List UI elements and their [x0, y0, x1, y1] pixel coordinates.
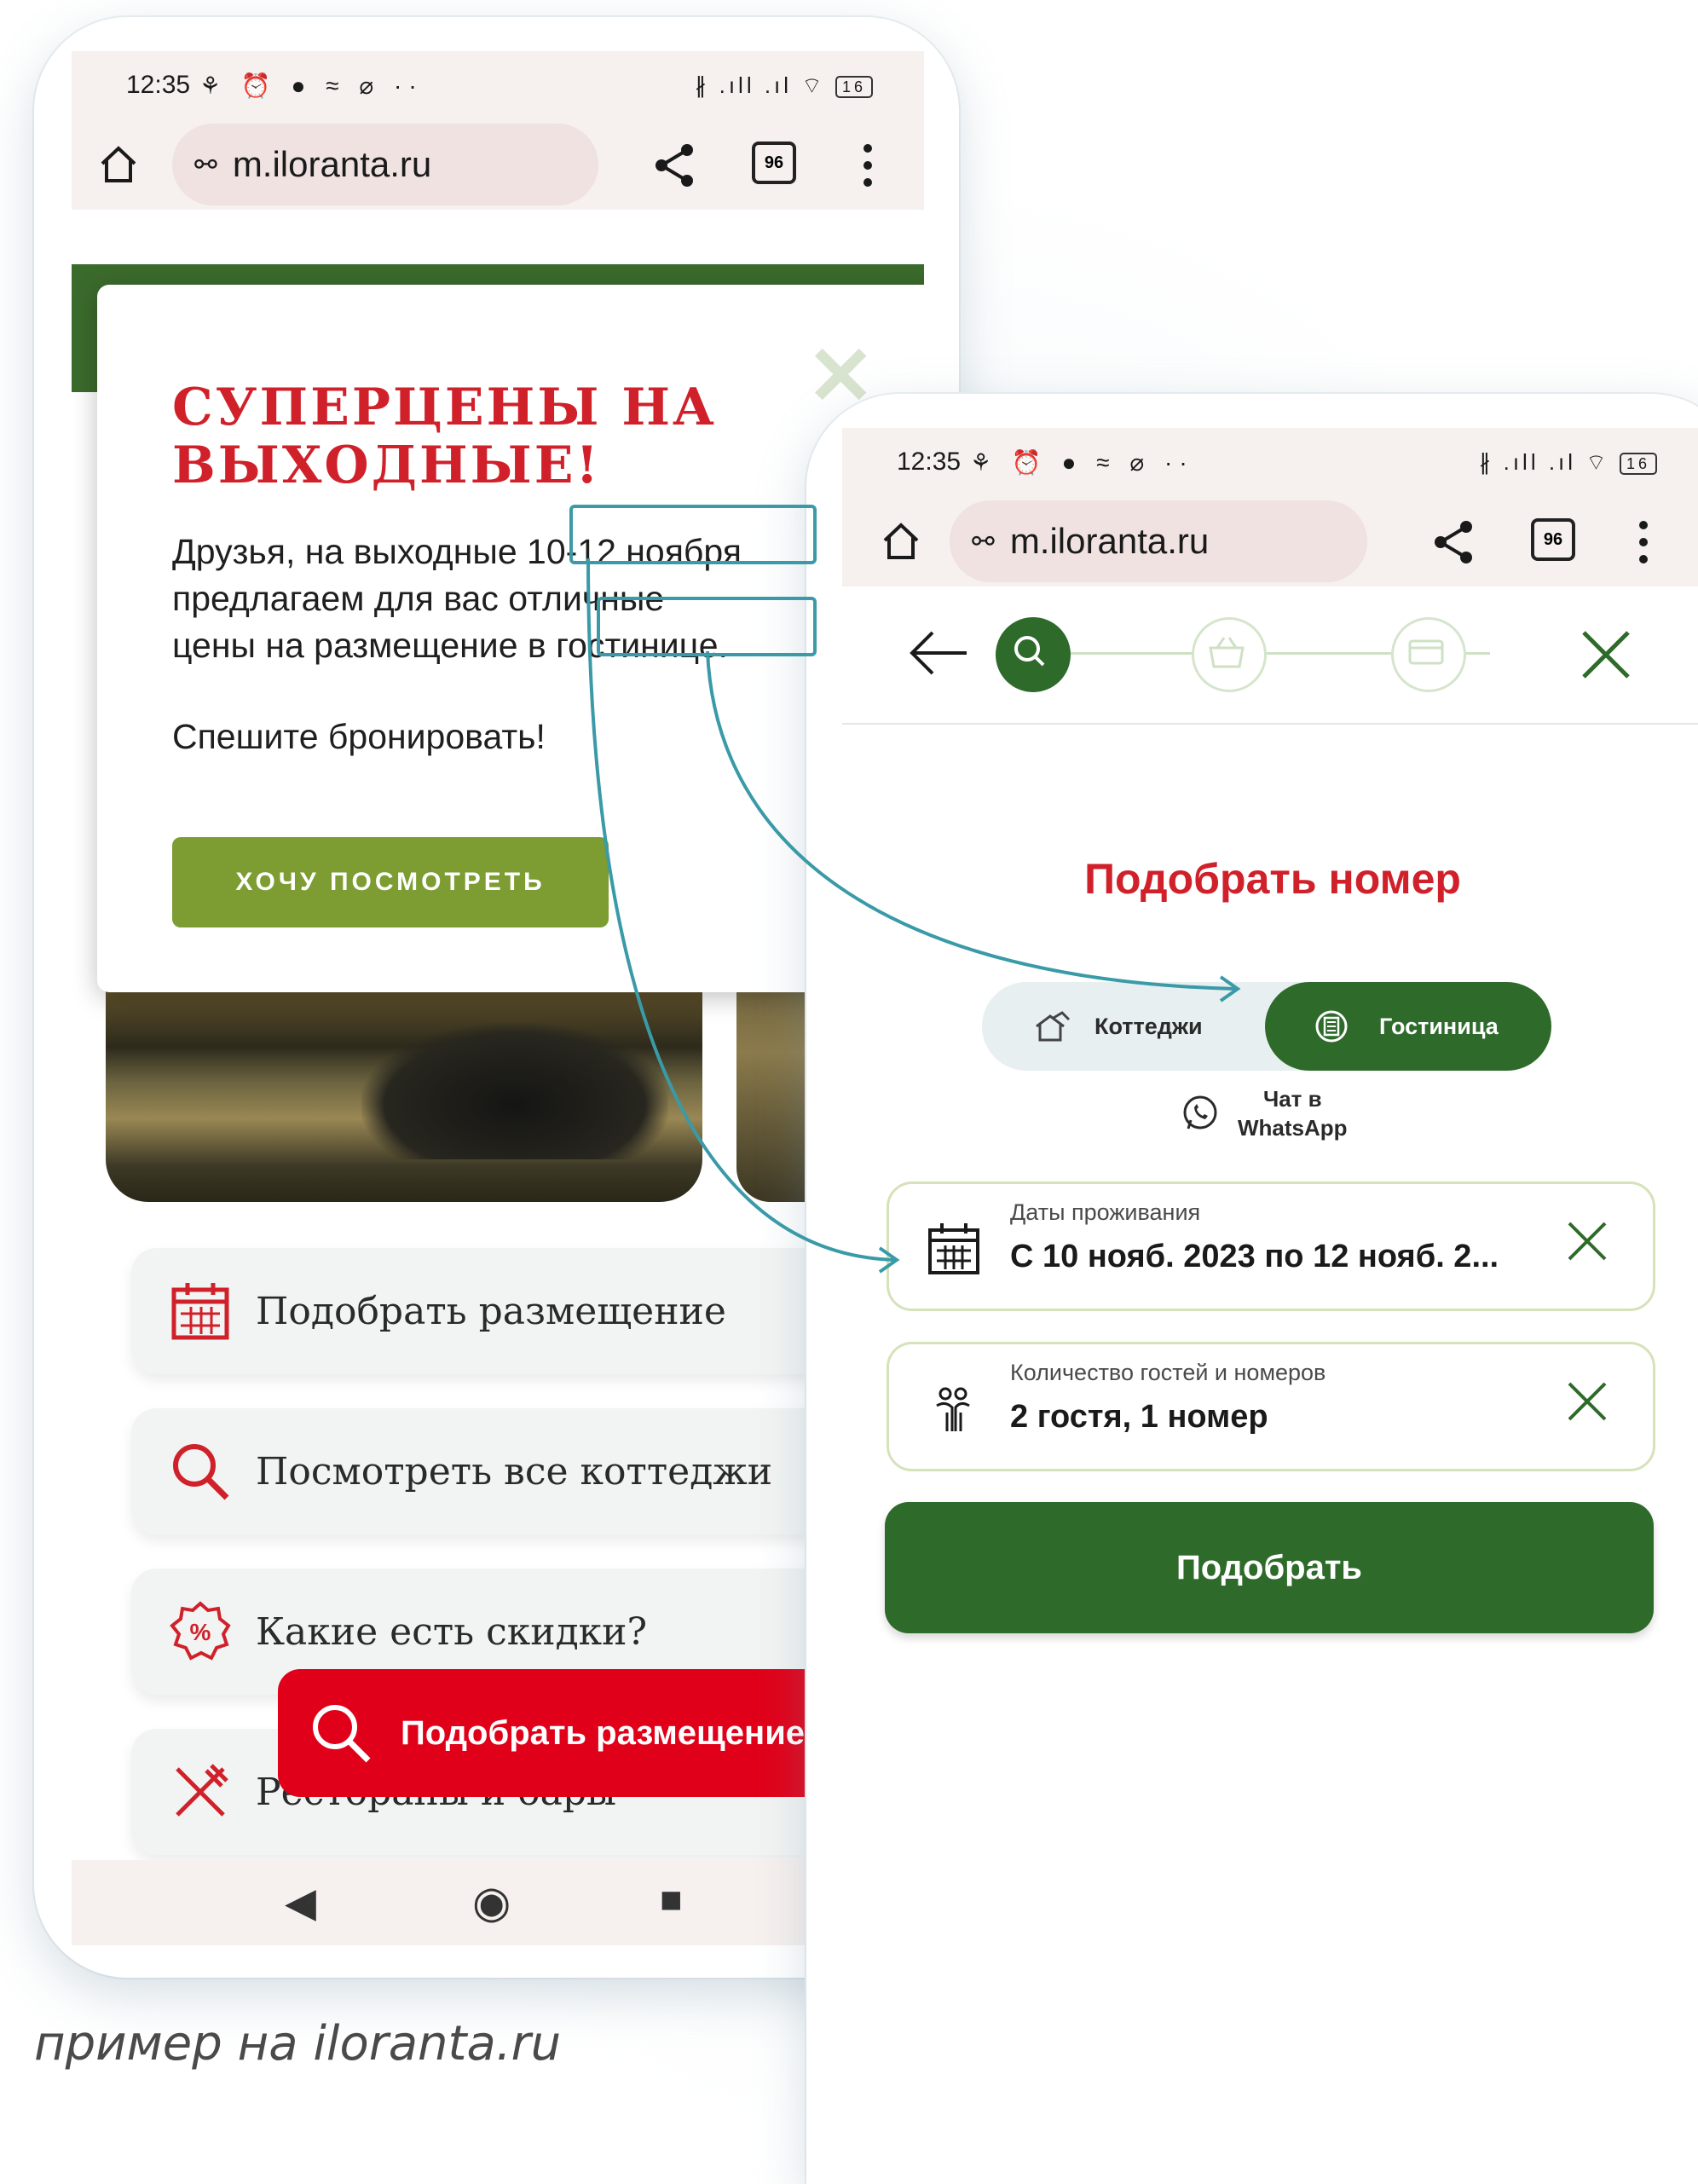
arrow-hotel-to-toggle [706, 650, 1237, 991]
caption: пример на iloranta.ru [34, 2016, 562, 2071]
connector-arrows [586, 558, 1241, 1274]
arrow-dates-to-field [586, 558, 896, 1262]
